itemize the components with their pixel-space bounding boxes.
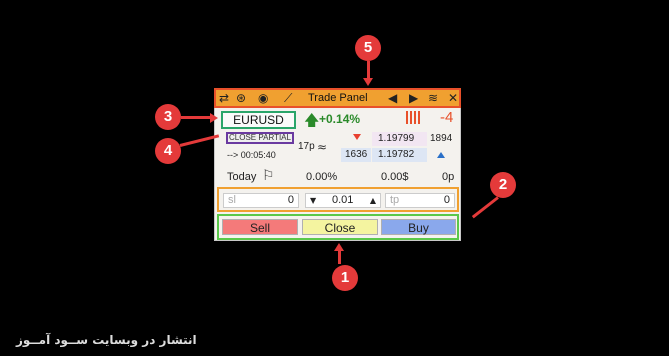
bid-down-icon: [353, 134, 361, 140]
bid-volume: 1894: [430, 133, 453, 144]
help-icon[interactable]: ⊛: [236, 91, 246, 105]
tp-placeholder: tp: [390, 194, 400, 206]
stop-loss-input[interactable]: sl 0: [223, 193, 299, 208]
triangle-left-icon[interactable]: ◀: [388, 91, 397, 105]
close-partial-button[interactable]: CLOSE PARTIAL: [226, 132, 294, 144]
order-buttons-row: Sell Close Buy: [217, 214, 459, 240]
today-pips: 0p: [442, 171, 455, 183]
callout-3-line: [181, 116, 211, 119]
candle-timer: --> 00:05:40: [227, 150, 276, 160]
panel-title: Trade Panel: [308, 92, 368, 104]
close-icon[interactable]: ✕: [448, 91, 458, 105]
ask-price: 1.19782: [378, 149, 415, 160]
triangle-right-icon[interactable]: ▶: [409, 91, 418, 105]
bid-price: 1.19799: [378, 133, 415, 144]
take-profit-input[interactable]: tp 0: [385, 193, 455, 208]
callout-2-line: [471, 196, 499, 219]
lot-decrease-icon[interactable]: ▼: [310, 194, 316, 207]
close-button[interactable]: Close: [302, 219, 378, 235]
callout-1: 1: [332, 265, 358, 291]
callout-5-line: [367, 61, 370, 79]
ask-volume: 1636: [345, 149, 368, 160]
symbol-selector[interactable]: EURUSD: [221, 111, 296, 129]
tp-value: 0: [443, 194, 450, 206]
eye-icon[interactable]: ◉: [258, 91, 268, 105]
sl-value: 0: [287, 194, 294, 206]
panel-titlebar[interactable]: ⇄ ⊛ ◉ ⟋ Trade Panel ◀ ▶ ≋ ✕: [214, 88, 461, 108]
wave-hand-icon[interactable]: ≋: [428, 91, 438, 105]
ask-up-icon: [437, 152, 445, 158]
today-percent: 0.00%: [306, 171, 338, 183]
callout-3-arrow: [210, 113, 218, 123]
lot-size-stepper[interactable]: ▼ 0.01 ▲: [305, 193, 381, 208]
callout-3: 3: [155, 104, 181, 130]
wave-icon: ≈: [317, 140, 328, 154]
bars-icon[interactable]: [406, 111, 424, 124]
callout-4: 4: [155, 138, 181, 164]
up-arrow-icon: 🡅: [304, 111, 320, 129]
callout-2: 2: [490, 172, 516, 198]
arrows-swap-icon[interactable]: ⇄: [219, 91, 229, 105]
daily-change: +0.14%: [319, 112, 361, 126]
today-label: Today: [227, 171, 257, 183]
buy-button[interactable]: Buy: [381, 219, 456, 235]
ruler-icon[interactable]: ⟋: [284, 91, 292, 105]
callout-1-line: [338, 250, 341, 264]
today-money: 0.00$: [381, 171, 409, 183]
spread-value: 17p: [298, 141, 315, 152]
position-count: -4: [440, 109, 454, 126]
callout-5-arrow: [363, 78, 373, 86]
watermark-text: انتشار در وبسایت ســود آمــوز: [16, 333, 197, 347]
order-inputs-row: sl 0 ▼ 0.01 ▲ tp 0: [217, 187, 459, 212]
callout-5: 5: [355, 35, 381, 61]
lot-value: 0.01: [332, 194, 354, 206]
sl-placeholder: sl: [228, 194, 236, 206]
flag-icon[interactable]: ⚐: [262, 168, 275, 184]
sell-button[interactable]: Sell: [222, 219, 298, 235]
lot-increase-icon[interactable]: ▲: [370, 194, 376, 207]
